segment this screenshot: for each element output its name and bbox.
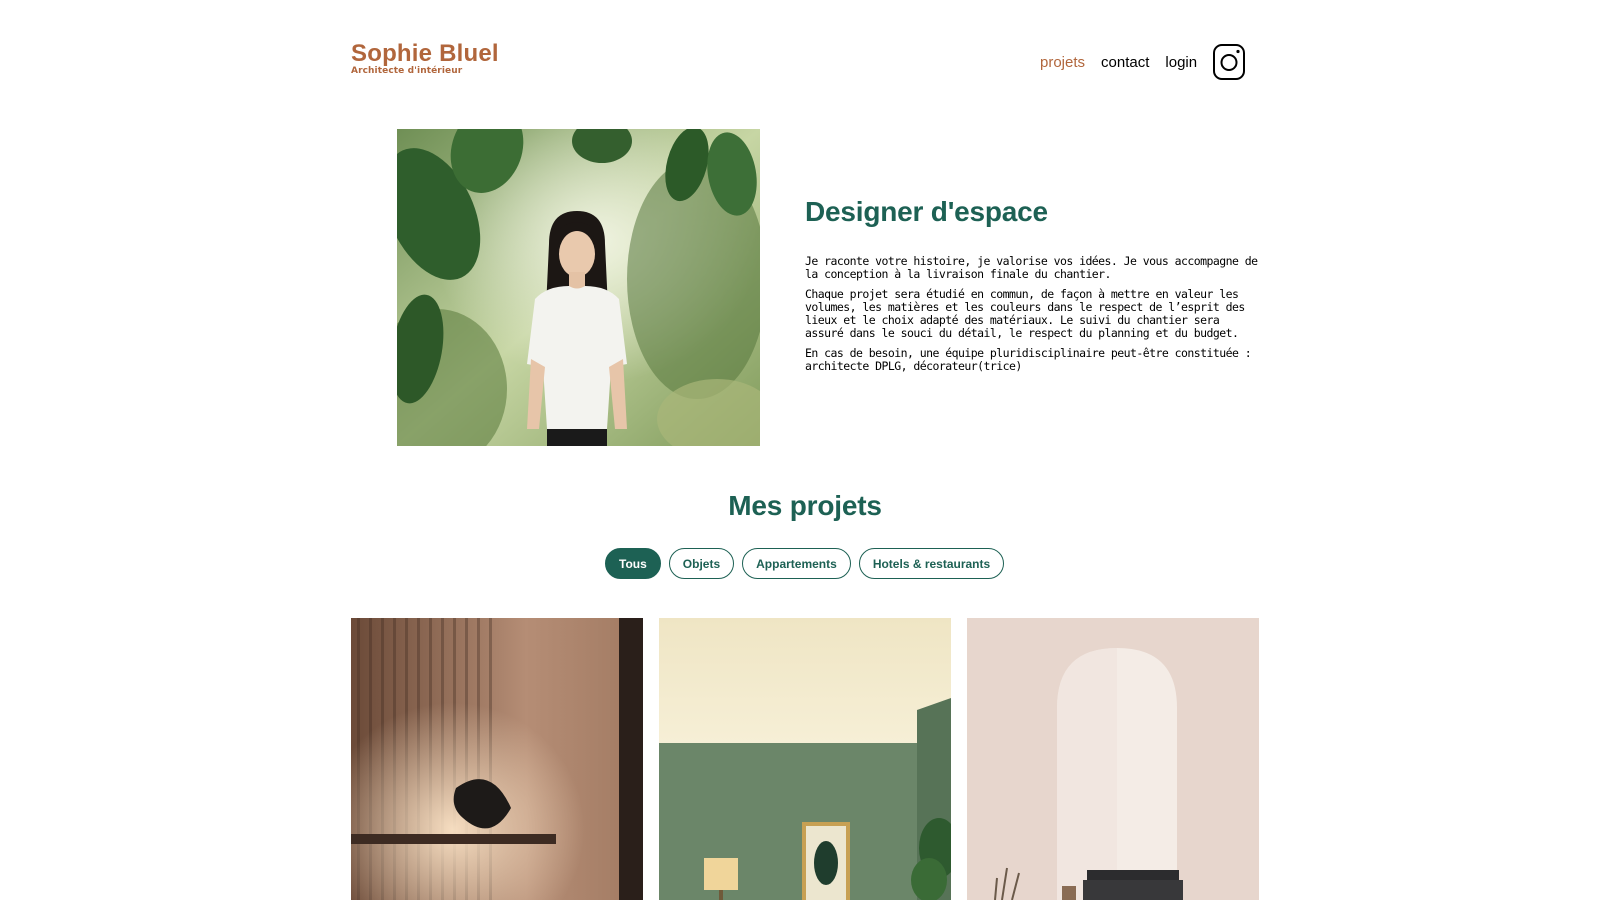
intro-paragraph: En cas de besoin, une équipe pluridiscip… [805,346,1252,373]
project-filters: Tous Objets Appartements Hotels & restau… [605,548,1012,579]
architect-photo [397,129,760,446]
main-nav: projets contact login [1040,44,1246,80]
nav-item-login[interactable]: login [1165,54,1197,71]
project-image[interactable] [967,618,1259,900]
projects-title: Mes projets [728,490,882,521]
intro-paragraph: Chaque projet sera étudié en commun, de … [805,287,1245,340]
logo-name: Sophie Bluel [351,40,499,67]
nav-item-contact[interactable]: contact [1101,54,1149,71]
intro-section: Designer d'espace Je raconte votre histo… [805,196,1260,380]
project-image[interactable] [659,618,951,900]
intro-title: Designer d'espace [805,196,1048,227]
site-logo[interactable]: Sophie Bluel Architecte d'intérieur [351,40,499,77]
logo-subtitle: Architecte d'intérieur [351,66,463,76]
project-gallery [351,618,1259,900]
nav-item-projets[interactable]: projets [1040,54,1085,71]
filter-tous-button[interactable]: Tous [605,548,661,579]
intro-paragraph: Je raconte votre histoire, je valorise v… [805,254,1258,281]
filter-appartements-button[interactable]: Appartements [742,548,851,579]
filter-hotels-restaurants-button[interactable]: Hotels & restaurants [858,548,1005,579]
instagram-icon[interactable] [1213,44,1246,80]
project-image[interactable] [351,618,643,900]
filter-objets-button[interactable]: Objets [668,548,735,579]
